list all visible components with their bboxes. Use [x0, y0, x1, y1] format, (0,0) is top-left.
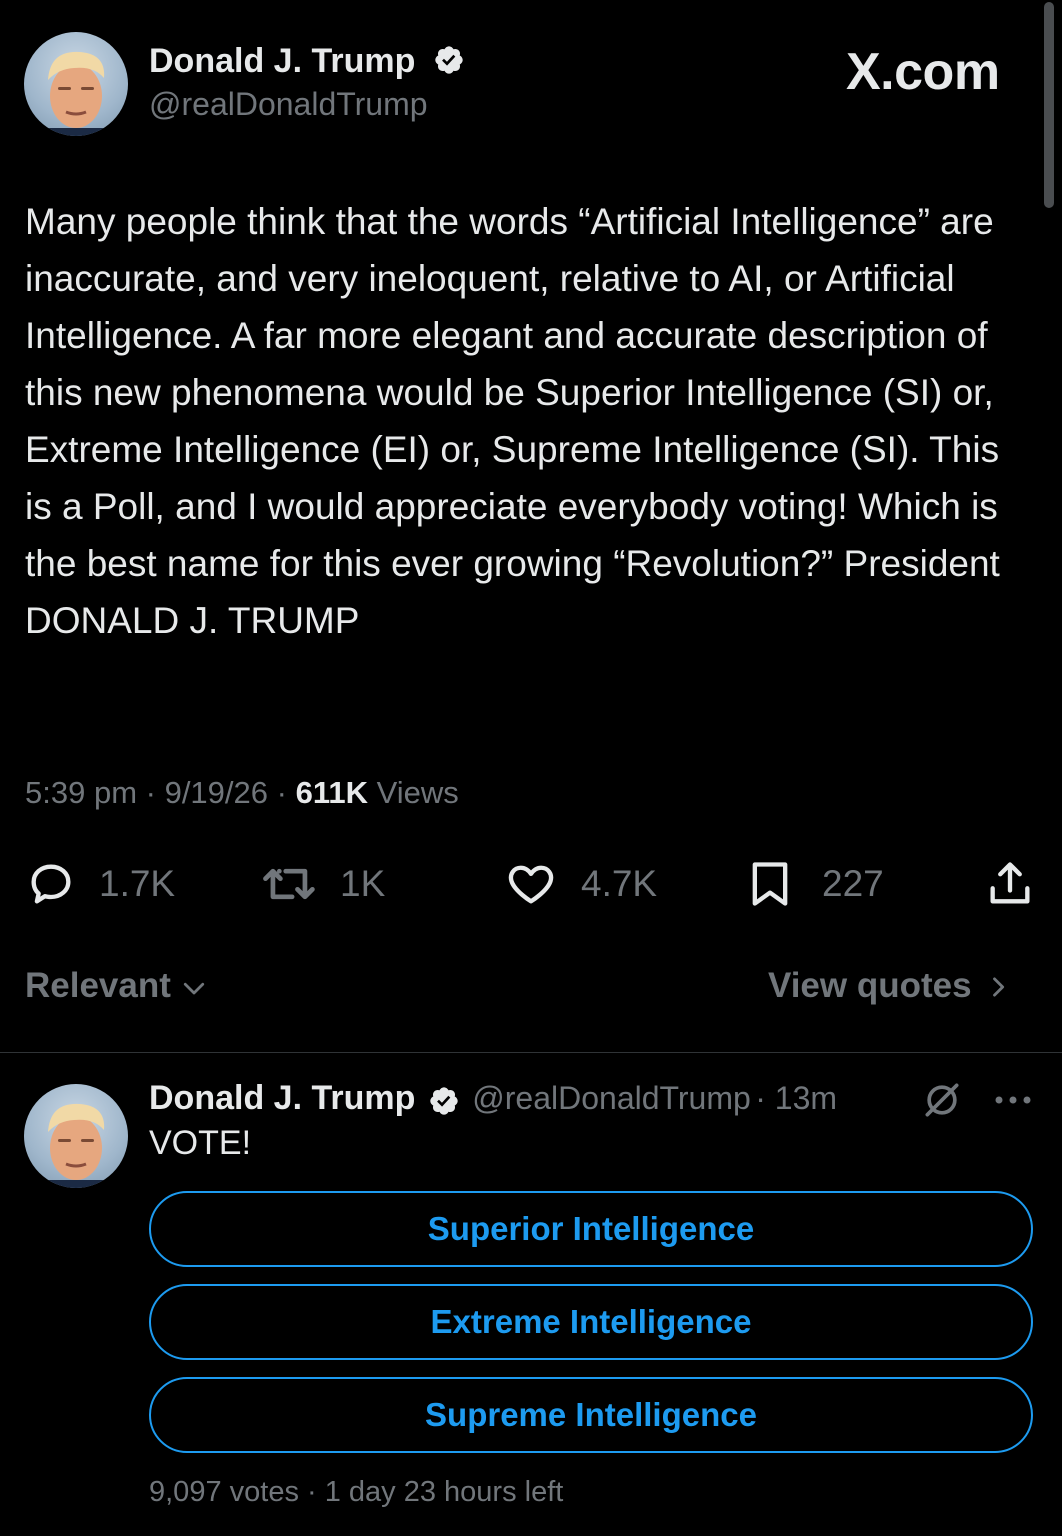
- grok-button[interactable]: [920, 1078, 964, 1127]
- repost-button[interactable]: 1K: [258, 856, 385, 912]
- post-text: Many people think that the words “Artifi…: [25, 201, 1000, 641]
- post-date[interactable]: 9/19/26: [165, 775, 268, 810]
- verified-badge-icon: [435, 46, 463, 74]
- views-label: Views: [376, 775, 459, 810]
- like-button[interactable]: 4.7K: [503, 856, 657, 912]
- views-count: 611K: [295, 775, 368, 810]
- relevant-label: Relevant: [25, 966, 171, 1005]
- author-name-text: Donald J. Trump: [149, 42, 416, 80]
- poll-meta: 9,097 votes · 1 day 23 hours left: [149, 1476, 564, 1508]
- more-options-button[interactable]: [992, 1082, 1034, 1123]
- bookmark-icon: [752, 862, 788, 906]
- view-quotes-label: View quotes: [768, 966, 972, 1005]
- divider: [0, 1052, 1062, 1053]
- poll-option-label: Supreme Intelligence: [425, 1396, 757, 1433]
- poll-option-supreme[interactable]: Supreme Intelligence: [149, 1377, 1033, 1453]
- reply-text: VOTE!: [149, 1124, 252, 1162]
- view-quotes-link[interactable]: View quotes: [768, 966, 1012, 1006]
- bookmark-button[interactable]: 227: [744, 856, 884, 912]
- reply-author-name[interactable]: Donald J. Trump: [149, 1079, 415, 1117]
- like-icon: [508, 865, 554, 904]
- grok-icon: [925, 1083, 959, 1117]
- bookmark-count: 227: [822, 863, 884, 904]
- chevron-right-icon: [992, 977, 1004, 997]
- reply-time[interactable]: 13m: [775, 1080, 837, 1116]
- poll-option-extreme[interactable]: Extreme Intelligence: [149, 1284, 1033, 1360]
- poll-option-label: Extreme Intelligence: [430, 1303, 752, 1340]
- relevant-sort-dropdown[interactable]: Relevant: [25, 966, 209, 1006]
- share-button[interactable]: [984, 856, 1036, 912]
- author-handle[interactable]: @realDonaldTrump: [149, 86, 428, 123]
- reply-icon: [31, 864, 71, 904]
- scrollbar[interactable]: [1044, 2, 1054, 208]
- xcom-watermark: X.com: [846, 43, 1000, 101]
- more-icon: [995, 1096, 1031, 1104]
- poll-option-superior[interactable]: Superior Intelligence: [149, 1191, 1033, 1267]
- poll-option-label: Superior Intelligence: [427, 1210, 755, 1247]
- verified-badge-icon: [430, 1087, 458, 1115]
- reply-header: Donald J. Trump @realDonaldTrump · 13m: [149, 1079, 838, 1117]
- author-avatar[interactable]: [24, 32, 128, 136]
- reply-author-avatar[interactable]: [24, 1084, 128, 1188]
- repost-icon: [263, 868, 315, 900]
- author-name[interactable]: Donald J. Trump: [149, 42, 465, 81]
- reply-button[interactable]: 1.7K: [25, 856, 175, 912]
- poll-time-left: 1 day 23 hours left: [324, 1476, 564, 1508]
- post-meta: 5:39 pm · 9/19/26 · 611K Views: [25, 775, 459, 810]
- post-time[interactable]: 5:39 pm: [25, 775, 137, 810]
- share-icon: [990, 862, 1030, 904]
- reply-author-handle[interactable]: @realDonaldTrump: [472, 1080, 751, 1116]
- like-count: 4.7K: [581, 863, 658, 904]
- repost-count: 1K: [340, 863, 386, 904]
- chevron-down-icon: [183, 982, 205, 995]
- poll-votes: 9,097 votes: [149, 1476, 299, 1508]
- reply-count: 1.7K: [99, 863, 176, 904]
